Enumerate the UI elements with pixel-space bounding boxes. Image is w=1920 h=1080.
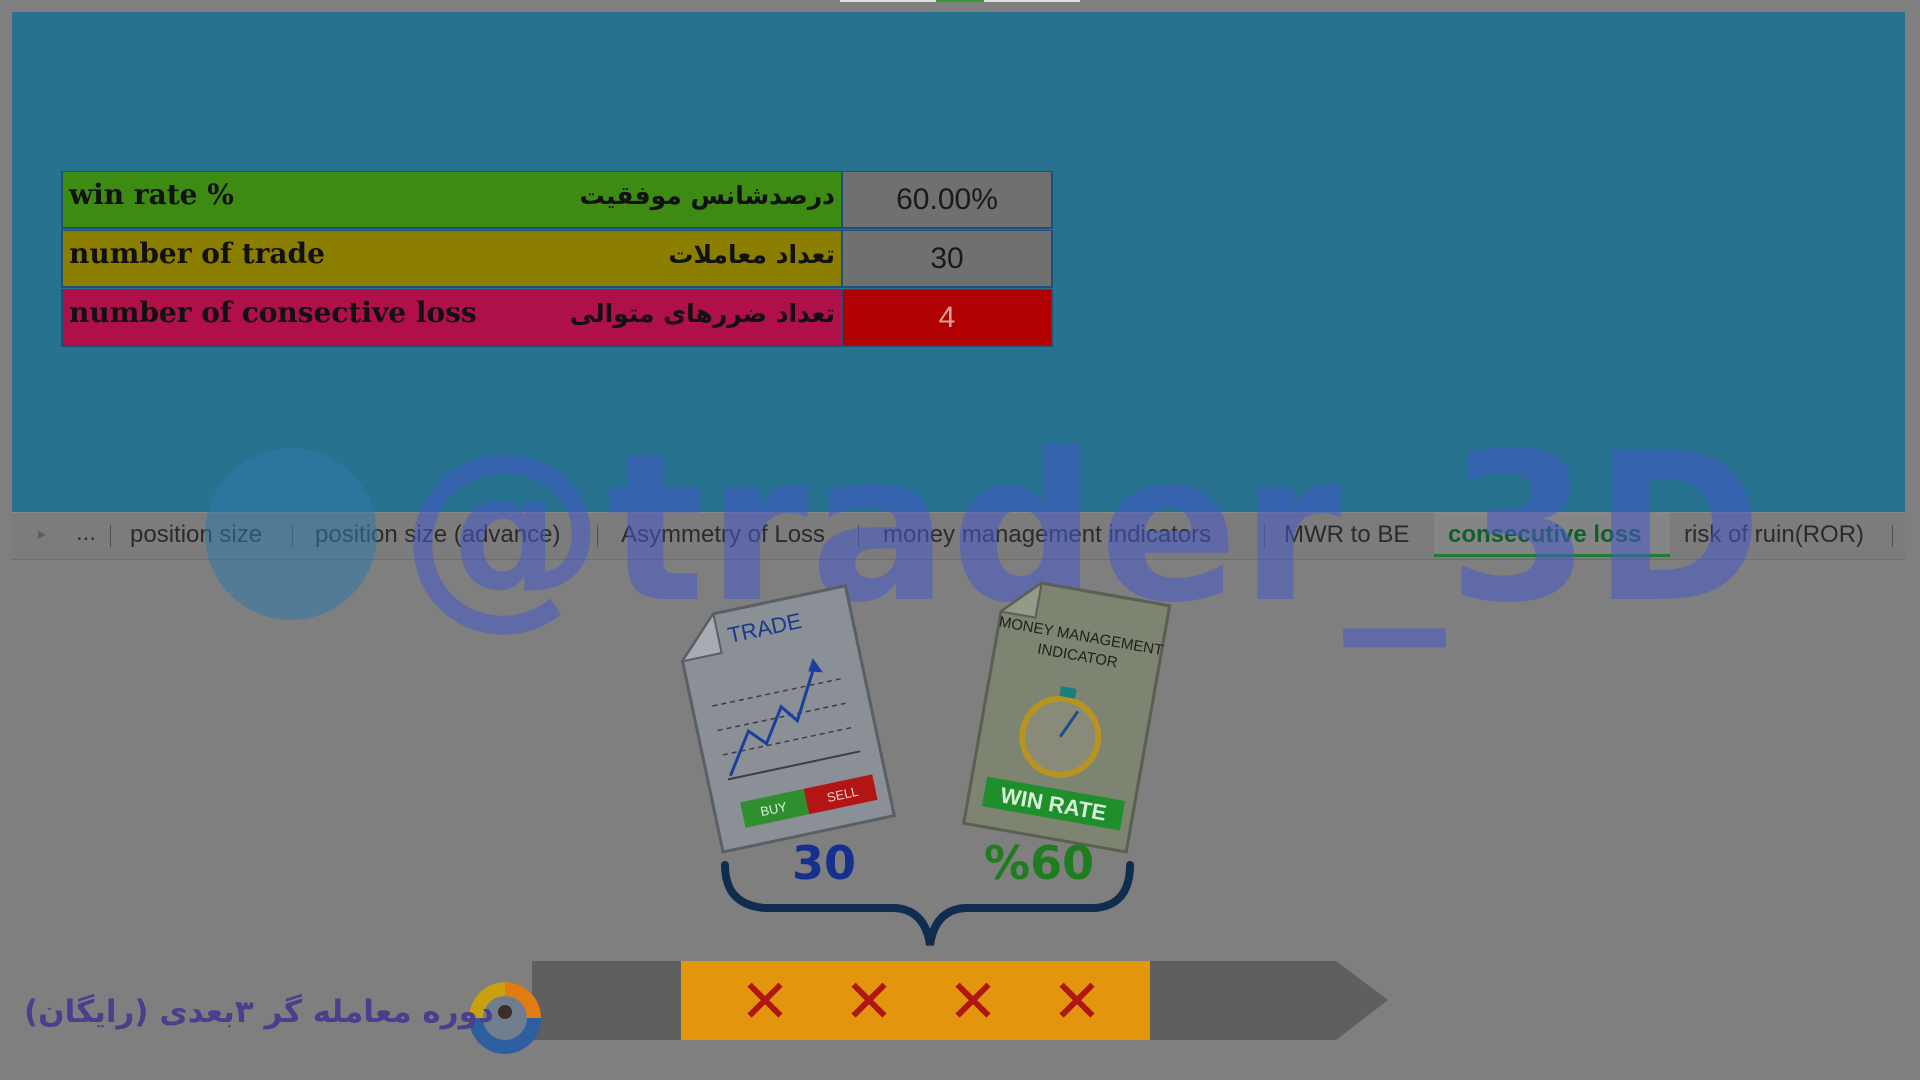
tab-separator [110,525,111,547]
top-progress-segment [936,0,984,2]
top-progress-bar [840,0,1080,2]
tab-scroll-left-icon[interactable]: ▸ [38,524,46,543]
tab-consecutive-loss[interactable]: consecutive loss [1434,513,1670,557]
win-rate-banner-text: WIN RATE [998,782,1108,825]
label-en: number of trade [69,237,325,270]
loss-x-icon: ✕ [948,967,998,1037]
label-en: number of consective loss [69,296,477,329]
table-row-consecutive-loss: number of consective loss تعداد ضررهای م… [61,289,1053,347]
buy-label: BUY [759,799,789,819]
tab-separator [292,525,293,547]
label-cell[interactable]: number of consective loss تعداد ضررهای م… [63,290,843,345]
sheet-tab-bar: ▸ ... position size position size (advan… [12,512,1905,560]
trade-doc-title: TRADE [726,608,804,648]
table-row-win-rate: win rate % درصدشانس موفقیت 60.00% [61,171,1053,229]
timeline-arrow [532,961,1388,1040]
sell-label: SELL [825,784,859,805]
label-en: win rate % [69,178,234,211]
loss-streak-bar [681,961,1150,1040]
label-fa: تعداد معاملات [668,240,835,269]
tab-money-management-indicators[interactable]: money management indicators [883,513,1211,557]
tab-more-button[interactable]: ... [76,519,96,547]
trade-document-icon: TRADE BUY SELL [680,583,897,854]
tab-separator [858,525,859,547]
trade-count-value-cell[interactable]: 30 [843,231,1051,286]
win-rate-value-cell[interactable]: 60.00% [843,172,1051,227]
table-row-number-of-trade: number of trade تعداد معاملات 30 [61,230,1053,288]
win-rate-banner [981,776,1126,831]
mm-doc-title-line2: INDICATOR [1036,641,1119,672]
mm-doc-title-line1: MONEY MANAGEMENT [998,613,1165,659]
tab-mwr-to-be[interactable]: MWR to BE [1284,513,1409,557]
tab-separator [1892,525,1893,547]
loss-x-icon: ✕ [740,967,790,1037]
consecutive-loss-value-cell[interactable]: 4 [843,290,1051,345]
tab-asymmetry-of-loss[interactable]: Asymmetry of Loss [621,513,825,557]
course-title: دوره معامله گر ۳بعدی (رایگان) [24,994,494,1030]
trade-count-label: 30 [792,836,857,890]
money-management-document-icon: MONEY MANAGEMENT INDICATOR WIN RATE [961,580,1172,854]
win-rate-label: %60 [984,836,1095,890]
stopwatch-icon [1019,695,1102,778]
label-fa: تعداد ضررهای متوالی [569,299,835,328]
label-cell[interactable]: win rate % درصدشانس موفقیت [63,172,843,227]
parameters-table: win rate % درصدشانس موفقیت 60.00% number… [61,171,1053,347]
loss-x-icon: ✕ [844,967,894,1037]
tab-position-size-advance[interactable]: position size (advance) [315,513,560,557]
label-cell[interactable]: number of trade تعداد معاملات [63,231,843,286]
tab-separator [1264,525,1265,547]
tab-position-size[interactable]: position size [130,513,262,557]
label-fa: درصدشانس موفقیت [579,181,835,210]
tab-separator [597,525,598,547]
tab-risk-of-ruin[interactable]: risk of ruin(ROR) [1684,513,1864,557]
loss-x-icon: ✕ [1052,967,1102,1037]
